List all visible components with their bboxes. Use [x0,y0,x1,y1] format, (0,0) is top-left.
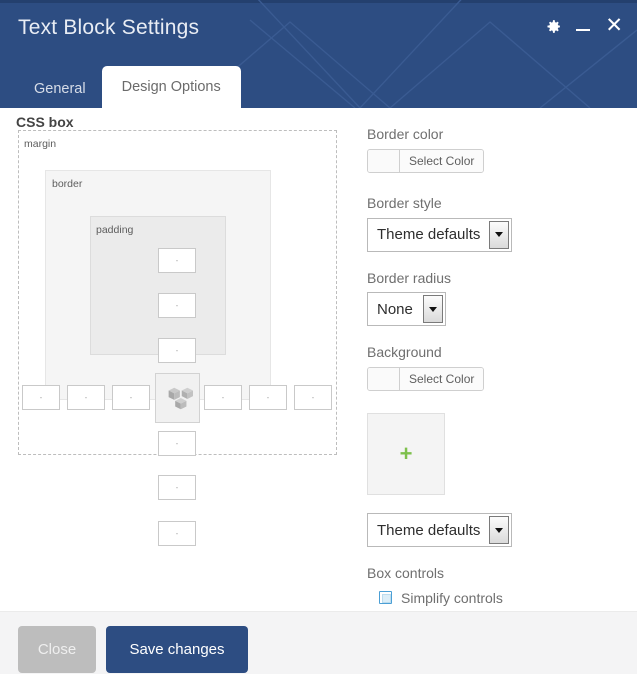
css-box-section-title: CSS box [16,114,74,130]
header-top-line [0,0,637,3]
margin-label: margin [24,138,57,150]
page-title: Text Block Settings [18,16,200,39]
border-color-swatch[interactable] [368,149,400,172]
window-controls: ✕ [545,15,623,36]
tab-general[interactable]: General [18,71,102,109]
dialog-body: CSS box margin border padding - - - - - … [0,108,637,611]
simplify-controls-label: Simplify controls [401,589,503,606]
padding-bottom-input[interactable] [158,431,196,456]
border-color-picker[interactable]: Select Color [367,148,485,173]
margin-left-input[interactable] [22,385,60,410]
save-changes-button[interactable]: Save changes [106,626,248,673]
content-box-cell [155,373,200,423]
padding-left-input[interactable] [112,385,150,410]
border-color-field: Border color Select Color [367,126,617,177]
border-style-label: Border style [367,194,442,211]
background-field: Background Select Color [367,344,617,395]
margin-bottom-input[interactable] [158,521,196,546]
border-style-field: Border style Theme defaults [367,195,617,252]
border-style-select[interactable]: Theme defaults [367,217,512,252]
border-color-label: Border color [367,126,444,142]
border-radius-field: Border radius None [367,270,617,327]
background-color-picker[interactable]: Select Color [367,367,485,392]
css-box-padding-area [90,216,226,355]
chevron-down-icon[interactable] [423,295,443,324]
design-options-panel: Border color Select Color Border style T… [367,126,617,606]
chevron-down-icon[interactable] [489,220,509,249]
border-style-value: Theme defaults [377,226,481,244]
text-block-settings-dialog: Text Block Settings ✕ General Design Opt… [0,0,637,674]
border-radius-value: None [377,300,413,318]
background-image-field: + [367,413,617,496]
border-bottom-input[interactable] [158,475,196,500]
padding-top-input[interactable] [158,338,196,363]
background-select-color-button[interactable]: Select Color [400,368,484,391]
minimize-icon[interactable] [576,17,591,35]
border-left-input[interactable] [67,385,105,410]
tab-design-options[interactable]: Design Options [101,65,241,108]
close-icon[interactable]: ✕ [605,15,623,36]
border-top-input[interactable] [158,293,196,318]
padding-right-input[interactable] [204,385,242,410]
border-right-input[interactable] [249,385,287,410]
close-button[interactable]: Close [18,626,96,673]
box-controls-field: Box controls Simplify controls [367,565,617,606]
cube-icon [168,387,193,410]
background-style-field: Theme defaults [367,513,617,548]
background-style-select[interactable]: Theme defaults [367,513,512,548]
gear-icon[interactable] [545,18,562,35]
margin-right-input[interactable] [294,385,332,410]
add-image-button[interactable]: + [367,413,445,496]
padding-label: padding [96,224,134,236]
border-radius-select[interactable]: None [367,292,446,327]
border-label: border [52,178,83,190]
box-controls-label: Box controls [367,565,445,582]
simplify-controls-checkbox[interactable] [379,591,392,605]
chevron-down-icon[interactable] [489,516,509,545]
dialog-header: Text Block Settings ✕ General Design Opt… [0,0,637,108]
margin-top-input[interactable] [158,248,196,273]
background-style-value: Theme defaults [377,521,481,539]
dialog-footer: Close Save changes [0,611,637,674]
plus-icon: + [399,441,413,467]
background-label: Background [367,344,442,361]
simplify-controls-checkbox-row[interactable]: Simplify controls [379,590,617,606]
border-select-color-button[interactable]: Select Color [400,149,484,172]
background-color-swatch[interactable] [368,368,400,391]
tab-bar: General Design Options [18,65,241,109]
border-radius-label: Border radius [367,269,452,286]
